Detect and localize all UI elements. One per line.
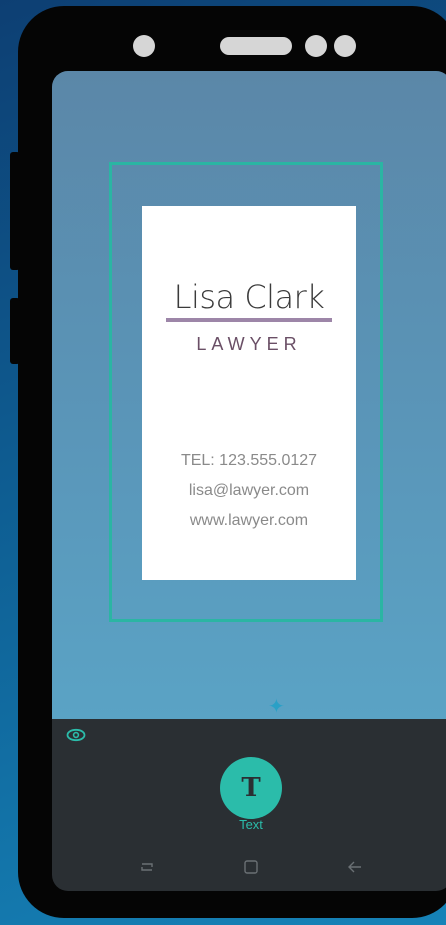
background: { "card": { "name": "Lisa Clark", "title… <box>0 0 446 925</box>
sensor-left <box>305 35 327 57</box>
card-name[interactable]: Lisa Clark <box>142 278 356 316</box>
home-icon[interactable] <box>242 859 260 875</box>
back-icon[interactable] <box>346 859 364 875</box>
front-camera <box>133 35 155 57</box>
editor-canvas[interactable]: Lisa Clark LAWYER TEL: 123.555.0127 lisa… <box>52 71 446 719</box>
eye-icon[interactable] <box>66 728 86 742</box>
card-website[interactable]: www.lawyer.com <box>142 512 356 530</box>
card-tel[interactable]: TEL: 123.555.0127 <box>142 452 356 470</box>
sensor-right <box>334 35 356 57</box>
volume-up-button[interactable] <box>10 152 20 270</box>
recents-icon[interactable] <box>138 859 156 875</box>
phone-frame: Lisa Clark LAWYER TEL: 123.555.0127 lisa… <box>18 6 446 918</box>
card-title[interactable]: LAWYER <box>142 334 356 355</box>
card-email[interactable]: lisa@lawyer.com <box>142 482 356 500</box>
text-tool-button[interactable]: T <box>220 757 282 819</box>
star-icon[interactable]: ✦ <box>268 697 288 717</box>
business-card[interactable]: Lisa Clark LAWYER TEL: 123.555.0127 lisa… <box>142 206 356 580</box>
volume-down-button[interactable] <box>10 298 20 364</box>
name-underline <box>166 318 332 322</box>
text-tool-label: Text <box>239 817 263 832</box>
speaker-grille <box>220 37 292 55</box>
phone-screen: Lisa Clark LAWYER TEL: 123.555.0127 lisa… <box>52 71 446 891</box>
